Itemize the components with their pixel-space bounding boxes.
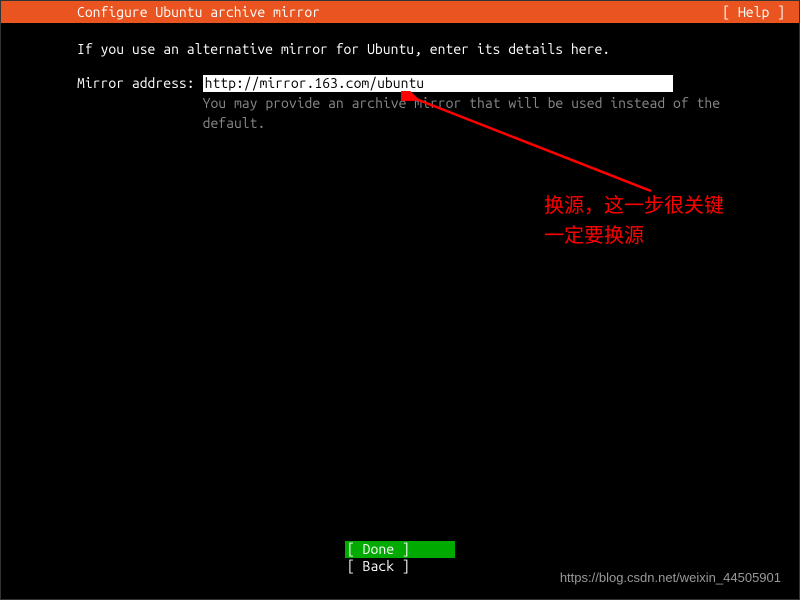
- help-link[interactable]: [ Help ]: [722, 4, 785, 20]
- instruction-text: If you use an alternative mirror for Ubu…: [77, 41, 723, 57]
- input-container: http://mirror.163.com/ubuntu You may pro…: [203, 75, 723, 133]
- mirror-address-input[interactable]: http://mirror.163.com/ubuntu: [203, 75, 673, 92]
- button-group: [ Done ] [ Back ]: [345, 541, 455, 575]
- content-area: If you use an alternative mirror for Ubu…: [1, 23, 799, 133]
- annotation-line1: 换源，这一步很关键: [544, 191, 724, 221]
- mirror-label: Mirror address:: [77, 75, 195, 91]
- annotation-line2: 一定要换源: [544, 221, 724, 251]
- watermark: https://blog.csdn.net/weixin_44505901: [560, 570, 781, 585]
- mirror-form-row: Mirror address: http://mirror.163.com/ub…: [77, 75, 723, 133]
- mirror-help-text: You may provide an archive mirror that w…: [203, 94, 723, 133]
- annotation-text: 换源，这一步很关键 一定要换源: [544, 191, 724, 251]
- page-title: Configure Ubuntu archive mirror: [77, 4, 320, 20]
- back-button[interactable]: [ Back ]: [345, 558, 455, 575]
- header-bar: Configure Ubuntu archive mirror [ Help ]: [1, 1, 799, 23]
- done-button[interactable]: [ Done ]: [345, 541, 455, 558]
